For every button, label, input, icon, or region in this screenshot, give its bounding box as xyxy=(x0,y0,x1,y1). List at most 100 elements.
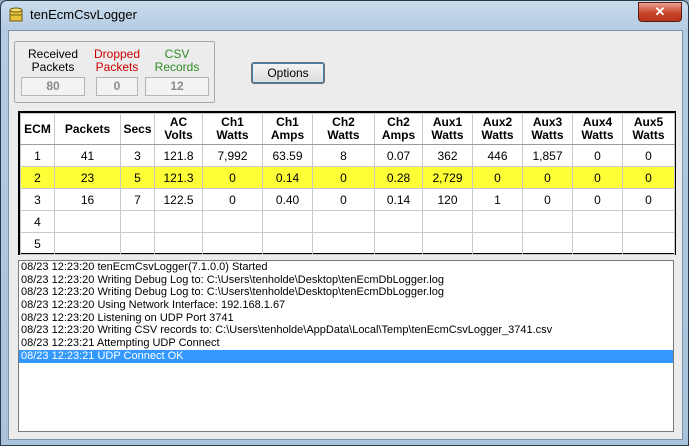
app-window: tenEcmCsvLogger ✕ Received Packets 80 Dr… xyxy=(0,0,689,446)
grid-cell[interactable] xyxy=(120,232,155,255)
grid-cell[interactable] xyxy=(472,232,523,255)
log-line[interactable]: 08/23 12:23:20 Using Network Interface: … xyxy=(19,299,673,312)
grid-cell[interactable]: 121.3 xyxy=(154,166,203,189)
log-line[interactable]: 08/23 12:23:21 UDP Connect OK xyxy=(19,349,673,363)
grid-cell[interactable]: 3 xyxy=(120,144,155,167)
grid-cell[interactable]: 1,857 xyxy=(522,144,573,167)
grid-row[interactable]: 4 xyxy=(20,210,675,233)
grid-cell[interactable]: 0.28 xyxy=(374,166,423,189)
log-line[interactable]: 08/23 12:23:21 Attempting UDP Connect xyxy=(19,337,673,350)
grid-cell[interactable]: 446 xyxy=(472,144,523,167)
grid-cell[interactable]: 0.14 xyxy=(262,166,313,189)
grid-cell[interactable] xyxy=(202,232,263,255)
grid-cell[interactable] xyxy=(422,232,473,255)
grid-cell[interactable]: 362 xyxy=(422,144,473,167)
grid-cell[interactable] xyxy=(472,210,523,233)
grid-header-cell[interactable]: Ch2 Amps xyxy=(374,113,423,145)
grid-cell[interactable]: 8 xyxy=(312,144,375,167)
grid-cell[interactable] xyxy=(120,210,155,233)
grid-header-cell[interactable]: ECM xyxy=(20,113,55,145)
grid-header-cell[interactable]: AC Volts xyxy=(154,113,203,145)
grid-header-cell[interactable]: Ch1 Amps xyxy=(262,113,313,145)
grid-cell[interactable] xyxy=(154,210,203,233)
close-button[interactable]: ✕ xyxy=(638,2,682,22)
grid-header-row: ECM Packets Secs AC Volts Ch1 Watts Ch1 Amps C… xyxy=(20,113,675,145)
grid-cell[interactable]: 16 xyxy=(54,188,121,211)
log-line[interactable]: 08/23 12:23:20 tenEcmCsvLogger(7.1.0.0) … xyxy=(19,261,673,274)
grid-cell[interactable]: 0 xyxy=(622,166,675,189)
grid-cell[interactable]: 23 xyxy=(54,166,121,189)
grid-cell[interactable]: 0.14 xyxy=(374,188,423,211)
grid-row[interactable]: 3 16 7 122.5 0 0.40 0 0.14 120 1 0 0 0 xyxy=(20,188,675,211)
grid-row[interactable]: 1 41 3 121.8 7,992 63.59 8 0.07 362 446 1,857 0 0 xyxy=(20,144,675,167)
grid-cell[interactable]: 0.07 xyxy=(374,144,423,167)
grid-cell[interactable]: 0 xyxy=(572,166,623,189)
grid-header-cell[interactable]: Packets xyxy=(54,113,121,145)
grid-cell[interactable] xyxy=(154,232,203,255)
received-packets-value: 80 xyxy=(21,77,85,96)
grid-cell[interactable]: 0 xyxy=(202,188,263,211)
grid-header-cell[interactable]: Secs xyxy=(120,113,155,145)
grid-cell[interactable]: 0 xyxy=(622,144,675,167)
grid-cell[interactable]: 4 xyxy=(20,210,55,233)
grid-cell[interactable]: 0 xyxy=(312,188,375,211)
grid-cell[interactable] xyxy=(54,232,121,255)
grid-cell[interactable] xyxy=(622,232,675,255)
grid-cell[interactable]: 0 xyxy=(622,188,675,211)
grid-cell[interactable] xyxy=(572,210,623,233)
grid-cell[interactable] xyxy=(202,210,263,233)
log-line[interactable]: 08/23 12:23:20 Writing Debug Log to: C:\… xyxy=(19,286,673,299)
grid-cell[interactable]: 122.5 xyxy=(154,188,203,211)
grid-header-cell[interactable]: Aux5 Watts xyxy=(622,113,675,145)
grid-cell[interactable] xyxy=(374,210,423,233)
grid-header-cell[interactable]: Aux2 Watts xyxy=(472,113,523,145)
grid-row[interactable]: 2 23 5 121.3 0 0.14 0 0.28 2,729 0 0 0 0 xyxy=(20,166,675,189)
grid-cell[interactable]: 3 xyxy=(20,188,55,211)
grid-cell[interactable]: 0 xyxy=(522,188,573,211)
grid-cell[interactable] xyxy=(522,232,573,255)
options-button[interactable]: Options xyxy=(251,62,325,84)
grid-cell[interactable]: 0 xyxy=(312,166,375,189)
grid-cell[interactable]: 0 xyxy=(522,166,573,189)
title-bar[interactable]: tenEcmCsvLogger ✕ xyxy=(1,1,688,29)
grid-cell[interactable]: 2 xyxy=(20,166,55,189)
grid-cell[interactable]: 121.8 xyxy=(154,144,203,167)
grid-cell[interactable] xyxy=(54,210,121,233)
grid-cell[interactable] xyxy=(572,232,623,255)
grid-cell[interactable] xyxy=(522,210,573,233)
grid-cell[interactable] xyxy=(422,210,473,233)
grid-header-cell[interactable]: Ch1 Watts xyxy=(202,113,263,145)
grid-cell[interactable]: 5 xyxy=(20,232,55,255)
log-listbox[interactable]: 08/23 12:23:20 tenEcmCsvLogger(7.1.0.0) … xyxy=(18,260,674,432)
grid-cell[interactable]: 2,729 xyxy=(422,166,473,189)
grid-header-cell[interactable]: Aux4 Watts xyxy=(572,113,623,145)
grid-cell[interactable] xyxy=(622,210,675,233)
ecm-table: ECM Packets Secs AC Volts Ch1 Watts Ch1 Amps C… xyxy=(20,113,675,255)
grid-cell[interactable]: 1 xyxy=(20,144,55,167)
grid-cell[interactable] xyxy=(312,232,375,255)
grid-cell[interactable] xyxy=(312,210,375,233)
log-line[interactable]: 08/23 12:23:20 Writing Debug Log to: C:\… xyxy=(19,274,673,287)
grid-header-cell[interactable]: Ch2 Watts xyxy=(312,113,375,145)
log-line[interactable]: 08/23 12:23:20 Writing CSV records to: C… xyxy=(19,324,673,337)
grid-cell[interactable]: 41 xyxy=(54,144,121,167)
grid-cell[interactable]: 0 xyxy=(572,144,623,167)
grid-header-cell[interactable]: Aux1 Watts xyxy=(422,113,473,145)
grid-cell[interactable]: 0 xyxy=(472,166,523,189)
grid-header-cell[interactable]: Aux3 Watts xyxy=(522,113,573,145)
grid-cell[interactable]: 7,992 xyxy=(202,144,263,167)
log-line[interactable]: 08/23 12:23:20 Listening on UDP Port 374… xyxy=(19,312,673,325)
grid-cell[interactable]: 0.40 xyxy=(262,188,313,211)
ecm-data-grid[interactable]: ECM Packets Secs AC Volts Ch1 Watts Ch1 Amps C… xyxy=(18,111,676,255)
grid-cell[interactable] xyxy=(262,232,313,255)
grid-cell[interactable]: 0 xyxy=(572,188,623,211)
grid-cell[interactable]: 1 xyxy=(472,188,523,211)
grid-cell[interactable]: 63.59 xyxy=(262,144,313,167)
grid-cell[interactable]: 120 xyxy=(422,188,473,211)
grid-cell[interactable]: 5 xyxy=(120,166,155,189)
grid-row[interactable]: 5 xyxy=(20,232,675,255)
grid-cell[interactable] xyxy=(262,210,313,233)
grid-cell[interactable] xyxy=(374,232,423,255)
grid-cell[interactable]: 7 xyxy=(120,188,155,211)
grid-cell[interactable]: 0 xyxy=(202,166,263,189)
